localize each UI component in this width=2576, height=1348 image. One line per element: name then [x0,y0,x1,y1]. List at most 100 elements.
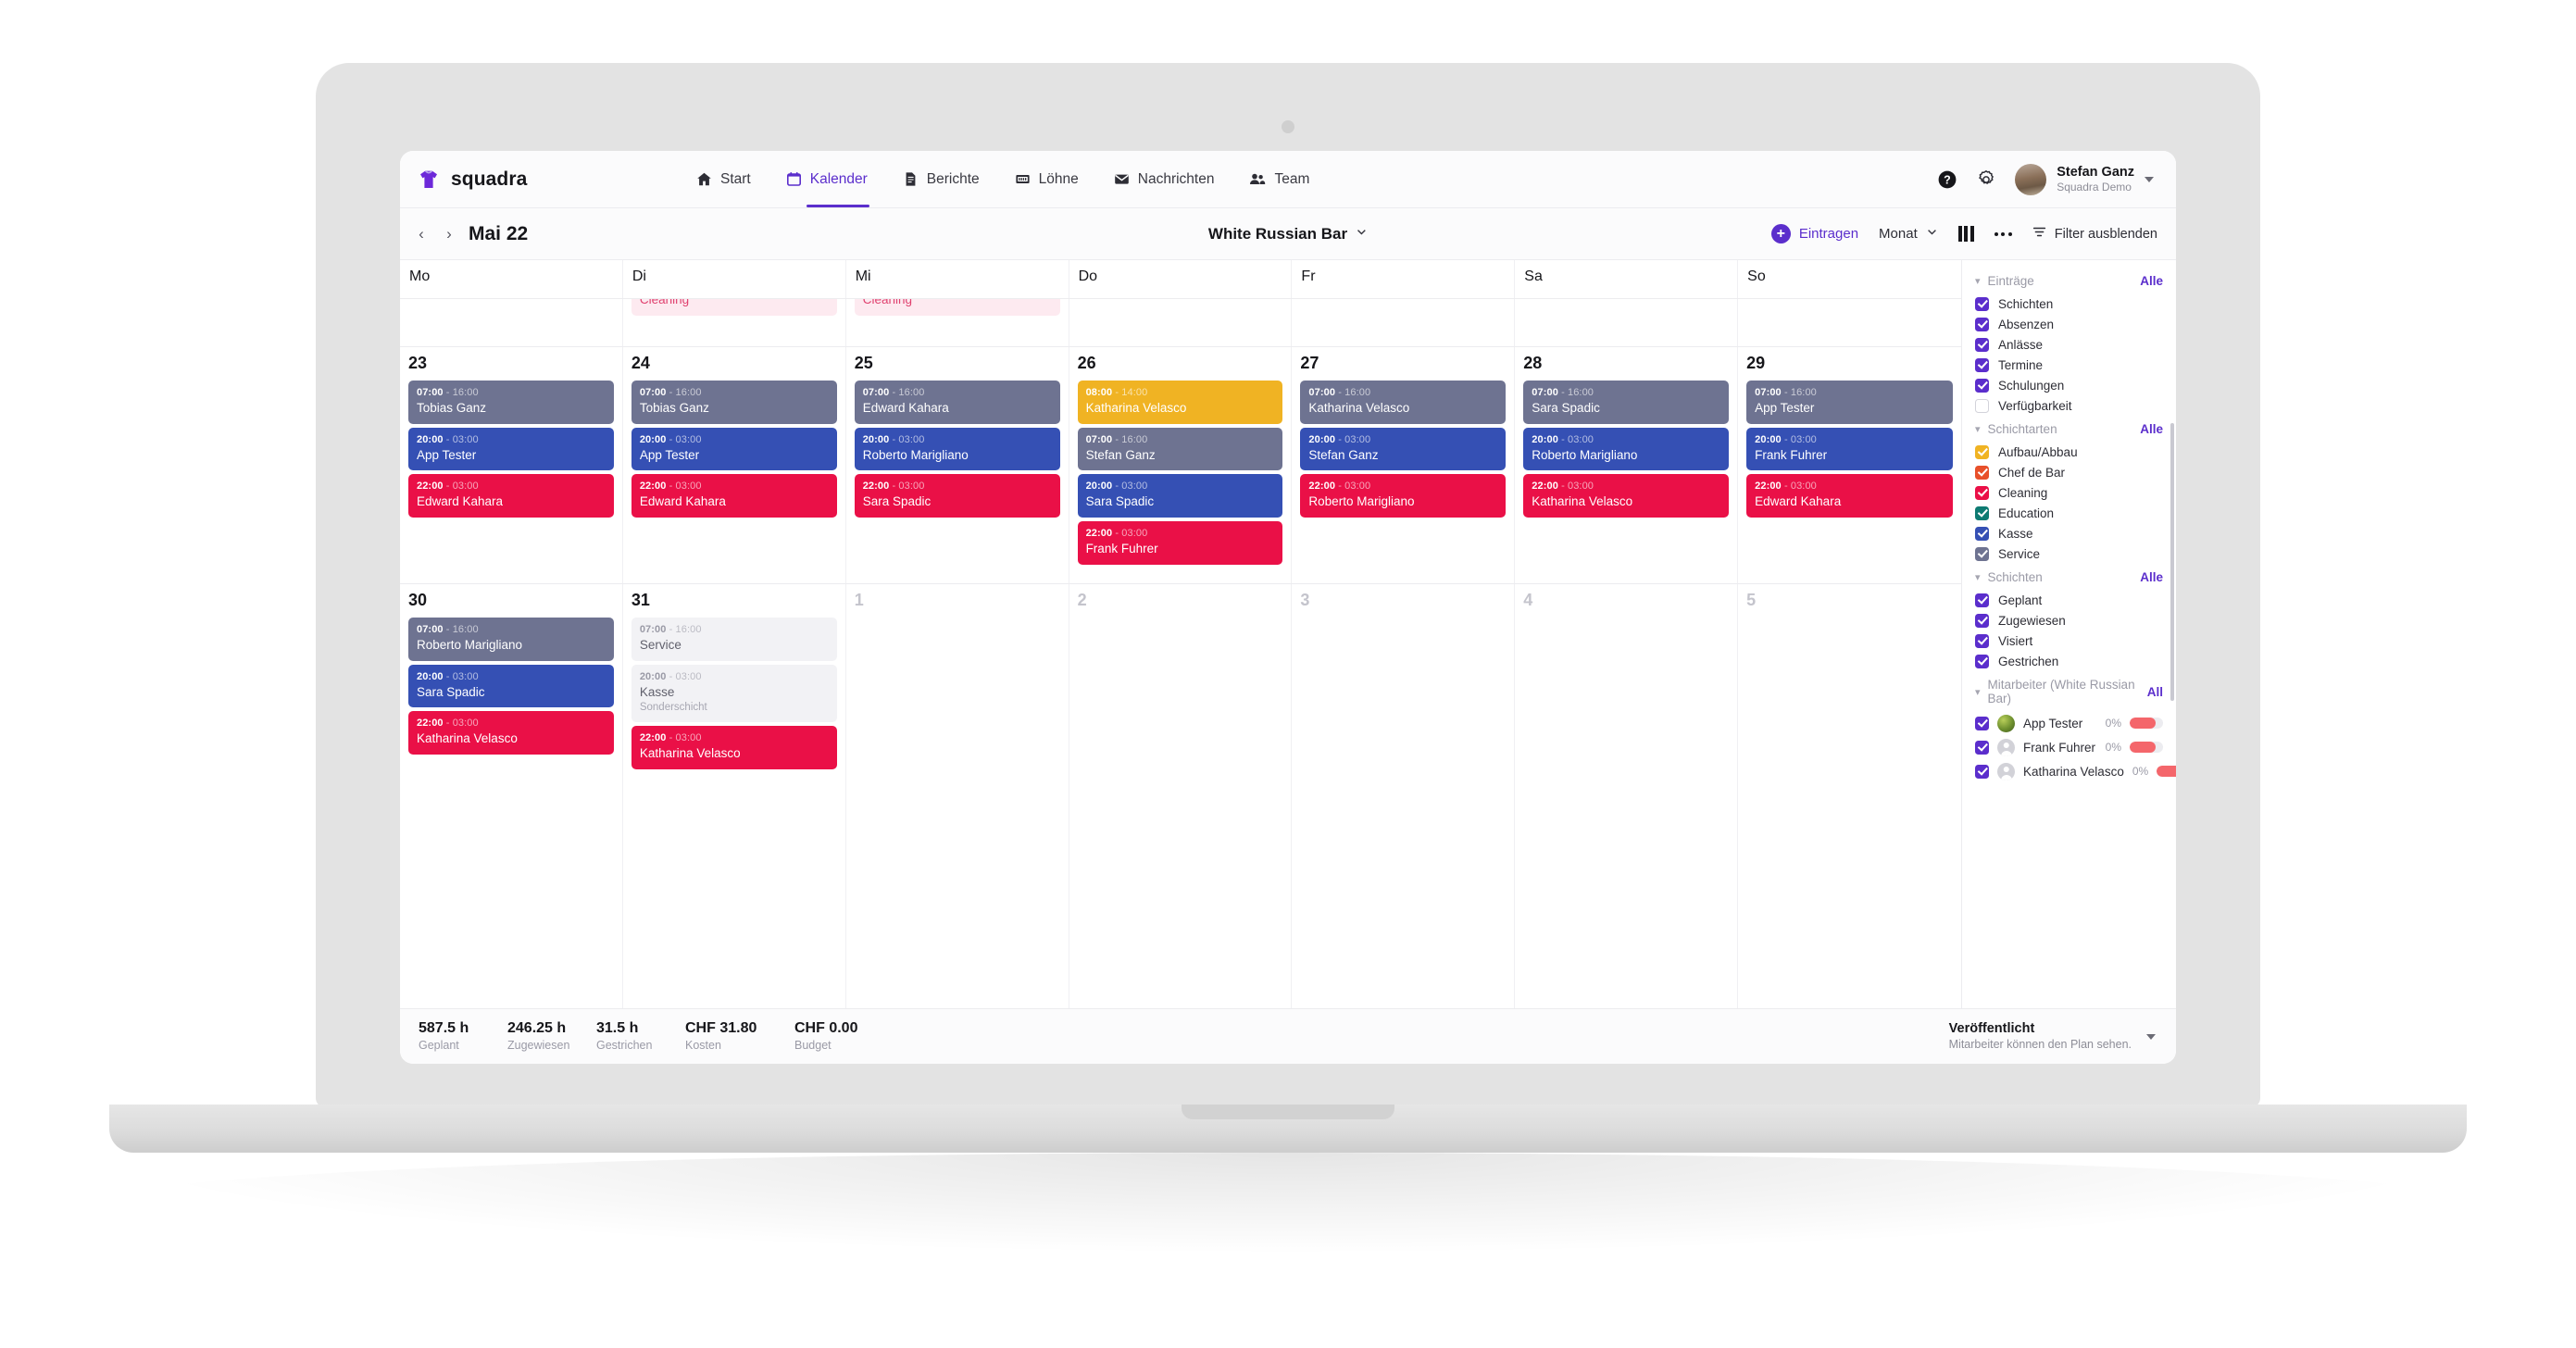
shift-card[interactable]: 22:00 - 03:00 Edward Kahara [1746,474,1953,518]
checkbox-icon[interactable] [1975,506,1989,520]
checkbox-icon[interactable] [1975,633,1989,648]
shift-card[interactable]: 20:00 - 03:00 App Tester [631,427,837,471]
filter-group-header-shift-types[interactable]: ▾ Schichtarten Alle [1975,416,2163,442]
day-cell[interactable] [1292,299,1516,346]
shift-card[interactable]: 20:00 - 03:00 Stefan Ganz [1300,427,1507,471]
checkbox-icon[interactable] [1975,465,1989,480]
shift-type-filter-row[interactable]: Education [1975,503,2163,523]
help-circle-icon[interactable]: ? [1937,169,1957,190]
filter-group-header-employees[interactable]: ▾ Mitarbeiter (White Russian Bar) All [1975,671,2163,711]
shift-type-filter-row[interactable]: Aufbau/Abbau [1975,442,2163,462]
nav-item-loehne[interactable]: Löhne [1013,151,1081,207]
day-cell[interactable]: 2 [1069,584,1293,1008]
entry-filter-row[interactable]: Schulungen [1975,375,2163,395]
checkbox-icon[interactable] [1975,317,1989,331]
checkbox-icon[interactable] [1975,337,1989,352]
shift-card[interactable]: 20:00 - 03:00 Kasse Sonderschicht [631,664,837,722]
day-cell[interactable] [1069,299,1293,346]
prev-period-button[interactable]: ‹ [407,220,435,248]
nav-item-berichte[interactable]: Berichte [901,151,982,207]
day-cell[interactable]: 28 07:00 - 16:00 Sara Spadic 20:00 - 03:00 R… [1515,347,1739,583]
shift-card[interactable]: 22:00 - 03:00 Edward Kahara [408,474,614,518]
nav-item-start[interactable]: Start [694,151,753,207]
publish-status-selector[interactable]: Veröffentlicht Mitarbeiter können den Pl… [1949,1020,2156,1054]
select-all-shift-types[interactable]: Alle [2140,422,2163,436]
shift-card[interactable]: Cleaning [631,299,837,316]
brand[interactable]: squadra [417,168,694,192]
shift-card[interactable]: 22:00 - 03:00 Roberto Marigliano [1300,474,1507,518]
filter-group-header-shifts[interactable]: ▾ Schichten Alle [1975,564,2163,590]
shift-card[interactable]: 20:00 - 03:00 Sara Spadic [408,664,614,708]
day-cell[interactable]: 29 07:00 - 16:00 App Tester 20:00 - 03:00 Fr… [1738,347,1961,583]
add-entry-button[interactable]: + Eintragen [1770,224,1858,243]
select-all-shifts[interactable]: Alle [2140,570,2163,584]
day-cell[interactable]: 25 07:00 - 16:00 Edward Kahara 20:00 - 03:0… [846,347,1069,583]
shift-card[interactable]: 07:00 - 16:00 Katharina Velasco [1300,381,1507,424]
gear-icon[interactable] [1976,169,1996,190]
shift-card[interactable]: 07:00 - 16:00 Stefan Ganz [1077,427,1283,471]
day-cell[interactable]: Cleaning [623,299,846,346]
checkbox-icon[interactable] [1975,740,1989,755]
checkbox-icon[interactable] [1975,546,1989,561]
checkbox-icon[interactable] [1975,444,1989,459]
select-all-entries[interactable]: Alle [2140,274,2163,288]
employee-filter-row[interactable]: Katharina Velasco 0% [1975,759,2176,783]
day-cell[interactable] [400,299,623,346]
shift-card[interactable]: 07:00 - 16:00 Tobias Ganz [408,381,614,424]
day-cell[interactable]: 27 07:00 - 16:00 Katharina Velasco 20:00 - … [1292,347,1516,583]
shift-status-filter-row[interactable]: Zugewiesen [1975,610,2163,630]
checkbox-icon[interactable] [1975,593,1989,607]
checkbox-icon[interactable] [1975,716,1989,730]
entry-filter-row[interactable]: Absenzen [1975,314,2163,334]
shift-card[interactable]: 22:00 - 03:00 Katharina Velasco [1523,474,1730,518]
shift-card[interactable]: 08:00 - 14:00 Katharina Velasco [1077,381,1283,424]
shift-card[interactable]: 07:00 - 16:00 App Tester [1746,381,1953,424]
nav-item-kalender[interactable]: Kalender [784,151,869,207]
shift-status-filter-row[interactable]: Visiert [1975,630,2163,651]
entry-filter-row[interactable]: Verfügbarkeit [1975,395,2163,416]
checkbox-icon[interactable] [1975,485,1989,500]
nav-item-nachrichten[interactable]: Nachrichten [1112,151,1217,207]
columns-icon[interactable] [1957,226,1974,242]
checkbox-icon[interactable] [1975,378,1989,393]
select-all-employees[interactable]: All [2147,685,2163,699]
day-cell[interactable] [1515,299,1739,346]
shift-card[interactable]: 07:00 - 16:00 Sara Spadic [1523,381,1730,424]
shift-card[interactable]: 22:00 - 03:00 Katharina Velasco [631,725,837,769]
checkbox-icon[interactable] [1975,764,1989,779]
shift-card[interactable]: 22:00 - 03:00 Frank Fuhrer [1077,521,1283,565]
shift-card[interactable]: 07:00 - 16:00 Tobias Ganz [631,381,837,424]
shift-status-filter-row[interactable]: Geplant [1975,590,2163,610]
sidebar-scrollbar[interactable] [2170,423,2174,701]
ellipsis-icon[interactable] [1994,231,2012,236]
day-cell[interactable]: 31 07:00 - 16:00 Service 20:00 - 03:00 Kasse… [623,584,846,1008]
entry-filter-row[interactable]: Termine [1975,355,2163,375]
day-cell[interactable]: 24 07:00 - 16:00 Tobias Ganz 20:00 - 03:00 A… [623,347,846,583]
shift-card[interactable]: 20:00 - 03:00 App Tester [408,427,614,471]
employee-filter-row[interactable]: Frank Fuhrer 0% [1975,735,2163,759]
checkbox-icon[interactable] [1975,654,1989,668]
day-cell[interactable]: 1 [846,584,1069,1008]
day-cell[interactable]: 3 [1292,584,1516,1008]
shift-card[interactable]: 20:00 - 03:00 Roberto Marigliano [854,427,1060,471]
entry-filter-row[interactable]: Schichten [1975,293,2163,314]
shift-type-filter-row[interactable]: Cleaning [1975,482,2163,503]
toggle-filter-button[interactable]: Filter ausblenden [2032,225,2157,243]
shift-card[interactable]: Cleaning [854,299,1060,316]
day-cell[interactable]: 4 [1515,584,1739,1008]
checkbox-icon[interactable] [1975,296,1989,311]
shift-card[interactable]: 07:00 - 16:00 Edward Kahara [854,381,1060,424]
day-cell[interactable]: 26 08:00 - 14:00 Katharina Velasco 07:00 - … [1069,347,1293,583]
user-menu[interactable]: Stefan Ganz Squadra Demo [2015,163,2154,195]
shift-type-filter-row[interactable]: Service [1975,543,2163,564]
day-cell[interactable] [1738,299,1961,346]
shift-card[interactable]: 07:00 - 16:00 Roberto Marigliano [408,618,614,661]
checkbox-icon[interactable] [1975,398,1989,413]
day-cell[interactable]: 5 [1738,584,1961,1008]
shift-type-filter-row[interactable]: Kasse [1975,523,2163,543]
employee-filter-row[interactable]: App Tester 0% [1975,711,2163,735]
checkbox-icon[interactable] [1975,357,1989,372]
filter-group-header-entries[interactable]: ▾ Einträge Alle [1975,268,2163,293]
day-cell[interactable]: 23 07:00 - 16:00 Tobias Ganz 20:00 - 03:00 A… [400,347,623,583]
checkbox-icon[interactable] [1975,526,1989,541]
